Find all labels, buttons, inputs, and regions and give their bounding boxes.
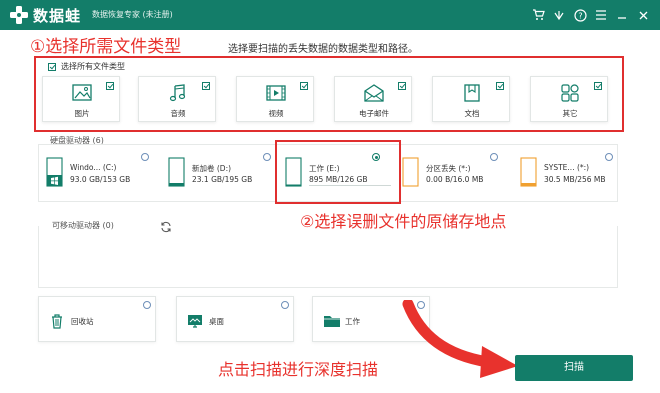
app-window: 数据蛙 数据恢复专家 (未注册) ? ①选择所需文件类型 选择要扫描的丢失数据的… <box>0 0 660 393</box>
file-type-email[interactable]: 电子邮件 <box>334 76 412 122</box>
gift-icon[interactable] <box>550 6 568 24</box>
file-type-label: 文档 <box>464 109 480 118</box>
windows-drive-icon <box>46 157 63 187</box>
disk-radio[interactable] <box>263 153 271 161</box>
file-type-label: 电子邮件 <box>359 109 389 118</box>
disk-name: 新加卷 (D:) <box>192 164 232 173</box>
disk-item[interactable]: 新加卷 (D:) 23.1 GB/195 GB <box>168 153 276 195</box>
logo-text: 数据蛙 <box>33 6 82 25</box>
file-type-audio[interactable]: 音频 <box>138 76 216 122</box>
location-desktop[interactable]: 桌面 <box>176 296 294 342</box>
location-radio[interactable] <box>281 301 289 309</box>
disk-name: SYSTE... (*:) <box>544 163 590 172</box>
recycle-bin-icon <box>49 313 65 329</box>
title-bar: 数据蛙 数据恢复专家 (未注册) ? <box>0 0 660 30</box>
svg-text:?: ? <box>578 11 582 20</box>
document-icon <box>461 83 483 103</box>
disk-item[interactable]: SYSTE... (*:) 30.5 MB/256 MB <box>520 153 618 195</box>
scan-button[interactable]: 扫描 <box>515 355 633 381</box>
menu-icon[interactable] <box>592 6 610 24</box>
location-radio[interactable] <box>143 301 151 309</box>
arrow-annotation <box>400 298 520 382</box>
step1-annotation: ①选择所需文件类型 <box>30 37 182 57</box>
disk-item[interactable]: Windo... (C:) 93.0 GB/153 GB <box>46 153 154 195</box>
logo: 数据蛙 <box>8 4 81 26</box>
lost-partition-icon <box>402 157 419 187</box>
minimize-icon[interactable] <box>613 6 631 24</box>
disk-size: 93.0 GB/153 GB <box>70 175 131 184</box>
location-recycle-bin[interactable]: 回收站 <box>38 296 156 342</box>
selected-drive-highlight <box>275 140 401 204</box>
file-type-other[interactable]: 其它 <box>530 76 608 122</box>
app-title: 数据恢复专家 (未注册) <box>92 10 173 19</box>
folder-icon <box>323 313 340 329</box>
file-type-checkbox[interactable] <box>398 82 406 90</box>
disk-size: 30.5 MB/256 MB <box>544 175 606 184</box>
file-type-checkbox[interactable] <box>594 82 602 90</box>
select-all-types[interactable]: 选择所有文件类型 <box>48 61 125 72</box>
file-type-checkbox[interactable] <box>106 82 114 90</box>
file-type-checkbox[interactable] <box>300 82 308 90</box>
help-icon[interactable]: ? <box>571 6 589 24</box>
desktop-icon <box>187 313 203 329</box>
system-partition-icon <box>520 157 537 187</box>
location-label: 工作 <box>345 317 360 326</box>
disk-name: Windo... (C:) <box>70 163 117 172</box>
disk-radio[interactable] <box>141 153 149 161</box>
close-icon[interactable] <box>634 6 652 24</box>
music-icon <box>167 83 189 103</box>
file-type-label: 图片 <box>74 109 90 118</box>
scan-instruction: 选择要扫描的丢失数据的数据类型和路径。 <box>228 44 418 55</box>
select-all-label: 选择所有文件类型 <box>61 62 125 71</box>
video-icon <box>265 83 287 103</box>
disk-radio[interactable] <box>490 153 498 161</box>
select-all-checkbox[interactable] <box>48 62 56 71</box>
disk-name: 分区丢失 (*:) <box>426 164 471 173</box>
title-bar-controls: ? <box>526 6 652 24</box>
disk-size: 23.1 GB/195 GB <box>192 175 253 184</box>
disk-radio[interactable] <box>605 153 613 161</box>
file-type-image[interactable]: 图片 <box>42 76 120 122</box>
file-type-checkbox[interactable] <box>202 82 210 90</box>
other-icon <box>559 83 581 103</box>
step3-annotation: 点击扫描进行深度扫描 <box>218 360 379 379</box>
cart-icon[interactable] <box>529 6 547 24</box>
location-label: 桌面 <box>209 317 224 326</box>
file-type-label: 音频 <box>170 109 186 118</box>
file-type-checkbox[interactable] <box>496 82 504 90</box>
file-type-document[interactable]: 文档 <box>432 76 510 122</box>
image-icon <box>71 83 93 103</box>
file-type-video[interactable]: 视频 <box>236 76 314 122</box>
logo-icon <box>8 4 30 26</box>
disk-size: 0.00 B/16.0 MB <box>426 175 484 184</box>
disk-item[interactable]: 分区丢失 (*:) 0.00 B/16.0 MB <box>402 153 510 195</box>
drive-icon <box>168 157 185 187</box>
location-label: 回收站 <box>71 317 94 326</box>
file-type-label: 视频 <box>268 109 284 118</box>
mail-icon <box>363 83 385 103</box>
removable-drives-panel <box>38 226 618 288</box>
file-type-label: 其它 <box>562 109 578 118</box>
